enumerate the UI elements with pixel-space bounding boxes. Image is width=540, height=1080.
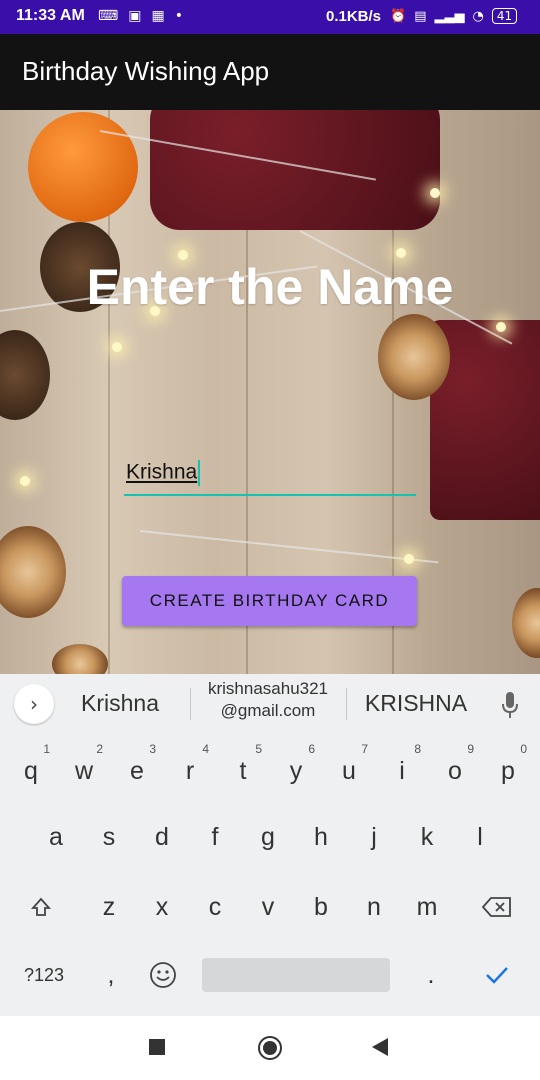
home-icon[interactable]: [258, 1036, 282, 1060]
create-birthday-card-button[interactable]: CREATE BIRTHDAY CARD: [122, 576, 417, 626]
chevron-right-icon[interactable]: ›: [14, 684, 54, 724]
suggestion-email[interactable]: krishnasahu321 @gmail.com: [194, 678, 342, 722]
key-f[interactable]: f: [188, 802, 242, 872]
suggestion-krishna-caps[interactable]: KRISHNA: [352, 690, 480, 717]
network-speed: 0.1KB/s: [326, 8, 382, 25]
emoji-icon[interactable]: [136, 940, 190, 1010]
key-l[interactable]: l: [453, 802, 507, 872]
key-k[interactable]: k: [400, 802, 454, 872]
app-bar: Birthday Wishing App: [0, 34, 540, 110]
key-g[interactable]: g: [241, 802, 295, 872]
key-n[interactable]: n: [347, 872, 401, 942]
key-p[interactable]: p0: [481, 736, 535, 806]
key-o[interactable]: o9: [428, 736, 482, 806]
key-m[interactable]: m: [400, 872, 454, 942]
key-period[interactable]: .: [404, 940, 458, 1010]
status-time: 11:33 AM: [16, 7, 85, 24]
alarm-icon: ⏰: [390, 8, 407, 24]
text-cursor: [198, 460, 201, 486]
key-b[interactable]: b: [294, 872, 348, 942]
orange-decoration: [28, 112, 138, 222]
key-y[interactable]: y6: [269, 736, 323, 806]
key-j[interactable]: j: [347, 802, 401, 872]
status-right-icons: ⏰ ▤ ▂▃▅ ◔ 41: [390, 8, 518, 24]
key-e[interactable]: e3: [110, 736, 164, 806]
shift-icon[interactable]: [14, 872, 68, 942]
app-title: Birthday Wishing App: [22, 56, 270, 86]
suggestion-email-domain: @gmail.com: [220, 701, 316, 720]
name-input[interactable]: Krishna: [124, 460, 416, 496]
suggestion-divider: [346, 688, 347, 720]
status-left-icons: ⌨ ▣ ▦ •: [98, 8, 183, 24]
grid-icon: ▦: [151, 8, 165, 24]
name-input-value: Krishna: [126, 460, 198, 484]
keyboard-suggestion-bar: › Krishna krishnasahu321 @gmail.com KRIS…: [0, 674, 540, 736]
key-w[interactable]: w2: [57, 736, 111, 806]
symbols-key[interactable]: ?123: [16, 940, 72, 1010]
key-h[interactable]: h: [294, 802, 348, 872]
key-z[interactable]: z: [82, 872, 136, 942]
dot-icon: •: [174, 8, 183, 24]
key-a[interactable]: a: [29, 802, 83, 872]
volte-icon: ▤: [414, 8, 427, 24]
key-r[interactable]: r4: [163, 736, 217, 806]
key-c[interactable]: c: [188, 872, 242, 942]
recents-icon[interactable]: [149, 1039, 165, 1055]
battery-icon: 41: [491, 8, 518, 24]
main-content: Enter the Name Krishna CREATE BIRTHDAY C…: [0, 110, 540, 674]
suggestion-divider: [190, 688, 191, 720]
key-i[interactable]: i8: [375, 736, 429, 806]
key-q[interactable]: q1: [4, 736, 58, 806]
wifi-icon: ◔: [472, 8, 484, 24]
suggestion-email-user: krishnasahu321: [207, 679, 329, 698]
page-heading: Enter the Name: [86, 259, 454, 315]
key-t[interactable]: t5: [216, 736, 270, 806]
status-bar: 11:33 AM ⌨ ▣ ▦ • 0.1KB/s ⏰ ▤ ▂▃▅ ◔ 41: [0, 0, 540, 34]
space-bar[interactable]: [202, 958, 390, 992]
microphone-icon[interactable]: [500, 690, 520, 720]
signal-icon: ▂▃▅: [434, 8, 465, 24]
key-comma[interactable]: ,: [84, 940, 138, 1010]
suggestion-krishna[interactable]: Krishna: [70, 690, 170, 717]
keyboard-icon: ⌨: [98, 8, 119, 24]
key-x[interactable]: x: [135, 872, 189, 942]
keyboard: q1 w2 e3 r4 t5 y6 u7 i8 o9 p0 a s d f g …: [0, 736, 540, 1016]
check-icon[interactable]: [470, 940, 524, 1010]
back-icon[interactable]: [372, 1038, 388, 1056]
key-s[interactable]: s: [82, 802, 136, 872]
key-u[interactable]: u7: [322, 736, 376, 806]
screen-icon: ▣: [128, 8, 142, 24]
key-v[interactable]: v: [241, 872, 295, 942]
key-d[interactable]: d: [135, 802, 189, 872]
backspace-icon[interactable]: [470, 872, 524, 942]
